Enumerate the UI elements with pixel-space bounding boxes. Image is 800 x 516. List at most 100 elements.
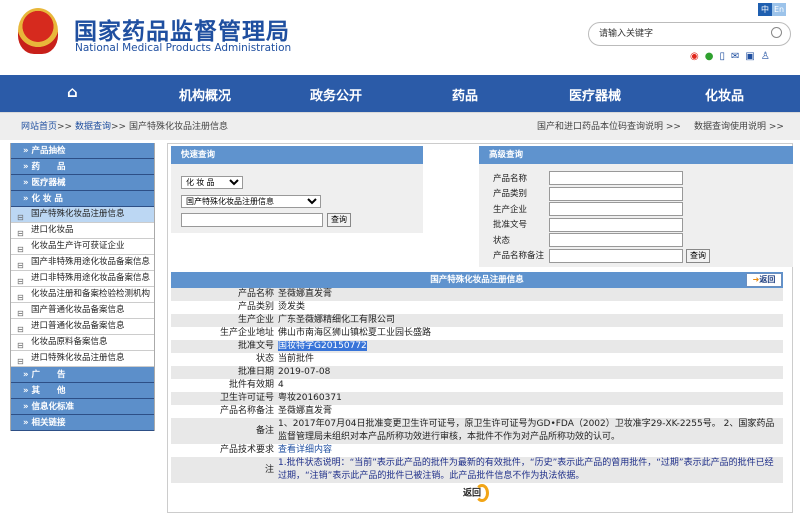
- table-row: 产品类别 烫发类: [171, 301, 783, 314]
- back-button-bottom[interactable]: 返回: [463, 484, 490, 502]
- row-value-text: 当前批件: [278, 354, 315, 364]
- row-label: 状态: [171, 353, 278, 366]
- field-label: 状态: [493, 236, 511, 246]
- sidebar-head-cosmetics[interactable]: » 化 妆 品: [11, 191, 154, 207]
- sidebar-item[interactable]: ⊟ 进口普通化妆品备案信息: [11, 319, 154, 335]
- sidebar-head-standards[interactable]: » 信息化标准: [11, 399, 154, 415]
- row-label-text: 状态: [255, 354, 274, 364]
- approval-number-input[interactable]: [549, 218, 683, 232]
- product-category-input[interactable]: [549, 187, 683, 201]
- field-label: 生产企业: [493, 205, 528, 215]
- search-icon[interactable]: [771, 27, 782, 38]
- row-label: 批准文号: [171, 340, 278, 353]
- sidebar-item[interactable]: ⊟ 进口化妆品: [11, 223, 154, 239]
- main-content: 快速查询 化 妆 品 国产特殊化妆品注册信息 查询 高级查询 产品名称 产品类别…: [167, 143, 793, 513]
- sidebar-head-drugs[interactable]: » 药 品: [11, 159, 154, 175]
- row-label-text: 产品名称备注: [219, 406, 274, 416]
- sidebar-item[interactable]: ⊟ 化妆品注册和备案检验检测机构: [11, 287, 154, 303]
- row-value: 国妆特字G20150772: [278, 340, 783, 353]
- breadcrumb-home[interactable]: 网站首页: [21, 122, 57, 132]
- manufacturer-input[interactable]: [549, 202, 683, 216]
- quick-query-input[interactable]: [181, 213, 323, 227]
- sidebar-item[interactable]: ⊟ 国产普通化妆品备案信息: [11, 303, 154, 319]
- data-query-help-link[interactable]: 数据查询使用说明 >>: [694, 113, 784, 141]
- advanced-query-title: 高级查询: [479, 146, 793, 164]
- product-name-remark-input[interactable]: [549, 249, 683, 263]
- sidebar-head-ads[interactable]: » 广 告: [11, 367, 154, 383]
- sidebar-head-links[interactable]: » 相关链接: [11, 415, 154, 431]
- sidebar-item-label: 国产普通化妆品备案信息: [31, 305, 125, 315]
- national-emblem-logo: [18, 8, 58, 54]
- row-value: 粤妆20160371: [278, 392, 783, 405]
- monitor-icon[interactable]: ▣: [745, 51, 754, 62]
- table-row: 产品技术要求 查看详细内容: [171, 444, 783, 457]
- sidebar-item[interactable]: ⊟ 国产特殊化妆品注册信息: [11, 207, 154, 223]
- site-title[interactable]: 国家药品监督管理局: [74, 12, 290, 46]
- breadcrumb-data[interactable]: 数据查询: [75, 122, 111, 132]
- sidebar-item[interactable]: ⊟ 化妆品原料备案信息: [11, 335, 154, 351]
- lang-zh-button[interactable]: 中: [758, 3, 772, 16]
- search-input[interactable]: 请输入关键字: [588, 22, 791, 46]
- sidebar-item-label: 进口化妆品: [31, 225, 74, 235]
- expand-icon: ⊟: [17, 244, 24, 254]
- row-label-text: 批准文号: [237, 341, 274, 351]
- table-row: 生产企业 广东圣薇娜精细化工有限公司: [171, 314, 783, 327]
- row-value: 广东圣薇娜精细化工有限公司: [278, 314, 783, 327]
- sidebar-item-label: 化妆品注册和备案检验检测机构: [31, 289, 151, 299]
- row-value-text: 2019-07-08: [278, 367, 331, 377]
- database-select[interactable]: 国产特殊化妆品注册信息: [181, 195, 321, 208]
- home-icon[interactable]: ⌂: [67, 83, 78, 101]
- table-row: 批准日期 2019-07-08: [171, 366, 783, 379]
- lang-en-button[interactable]: En: [772, 3, 786, 16]
- field-label: 产品名称: [493, 174, 528, 184]
- row-value-text: 烫发类: [278, 302, 306, 312]
- row-value-text: 1、2017年07月04日批准变更卫生许可证号，原卫生许可证号为GD•FDA（2…: [278, 419, 775, 442]
- sidebar-head-devices[interactable]: » 医疗器械: [11, 175, 154, 191]
- sidebar-head-other[interactable]: » 其 他: [11, 383, 154, 399]
- wechat-icon[interactable]: ●: [705, 51, 714, 62]
- field-label: 批准文号: [493, 220, 528, 230]
- row-label-text: 备注: [255, 425, 274, 436]
- expand-icon: ⊟: [17, 308, 24, 318]
- user-icon[interactable]: ♙: [761, 51, 770, 62]
- detail-table: 国产特殊化妆品注册信息 ➜返回 产品名称 圣薇娜直发膏 产品类别 烫发类 生产企业 广东圣…: [171, 272, 783, 483]
- breadcrumb: 网站首页>> 数据查询>> 国产特殊化妆品注册信息 国产和进口药品本位码查询说明…: [0, 112, 800, 140]
- table-row: 产品名称备注 圣薇娜直发膏: [171, 405, 783, 418]
- row-value-text[interactable]: 查看详细内容: [278, 445, 332, 455]
- row-label-text: 注: [264, 464, 274, 475]
- nav-item-cosmetics[interactable]: 化妆品: [705, 85, 744, 104]
- row-value-text: 佛山市南海区狮山镇松夏工业园长盛路: [278, 328, 432, 338]
- sidebar-item[interactable]: ⊟ 进口特殊化妆品注册信息: [11, 351, 154, 367]
- nav-item-gov[interactable]: 政务公开: [310, 85, 362, 104]
- nav-item-about[interactable]: 机构概况: [179, 85, 231, 104]
- table-row: 卫生许可证号 粤妆20160371: [171, 392, 783, 405]
- weibo-icon[interactable]: ◉: [690, 51, 699, 62]
- sidebar-item[interactable]: ⊟ 进口非特殊用途化妆品备案信息: [11, 271, 154, 287]
- product-name-input[interactable]: [549, 171, 683, 185]
- row-label: 产品名称: [171, 288, 278, 301]
- sidebar-item-label: 化妆品原料备案信息: [31, 337, 108, 347]
- row-label: 生产企业: [171, 314, 278, 327]
- category-select[interactable]: 化 妆 品: [181, 176, 243, 189]
- sidebar-item[interactable]: ⊟ 化妆品生产许可获证企业: [11, 239, 154, 255]
- table-row: 产品名称 圣薇娜直发膏: [171, 288, 783, 301]
- quick-query-button[interactable]: 查询: [327, 213, 351, 227]
- ring-icon: [475, 484, 490, 502]
- sidebar-head-sampling[interactable]: » 产品抽检: [11, 143, 154, 159]
- row-value: 圣薇娜直发膏: [278, 405, 783, 418]
- row-label: 产品名称备注: [171, 405, 278, 418]
- row-value-text: 粤妆20160371: [278, 393, 342, 403]
- table-row: 生产企业地址 佛山市南海区狮山镇松夏工业园长盛路: [171, 327, 783, 340]
- nav-item-devices[interactable]: 医疗器械: [569, 85, 621, 104]
- mail-icon[interactable]: ✉: [731, 51, 739, 62]
- sidebar-item[interactable]: ⊟ 国产非特殊用途化妆品备案信息: [11, 255, 154, 271]
- row-value: 当前批件: [278, 353, 783, 366]
- nav-item-drugs[interactable]: 药品: [452, 85, 478, 104]
- advanced-query-button[interactable]: 查询: [686, 249, 710, 263]
- mobile-icon[interactable]: ▯: [719, 51, 725, 62]
- row-value: 烫发类: [278, 301, 783, 314]
- field-label: 产品名称备注: [493, 251, 545, 261]
- back-button-top[interactable]: ➜返回: [746, 273, 782, 287]
- status-input[interactable]: [549, 233, 683, 247]
- code-query-help-link[interactable]: 国产和进口药品本位码查询说明 >>: [537, 113, 681, 141]
